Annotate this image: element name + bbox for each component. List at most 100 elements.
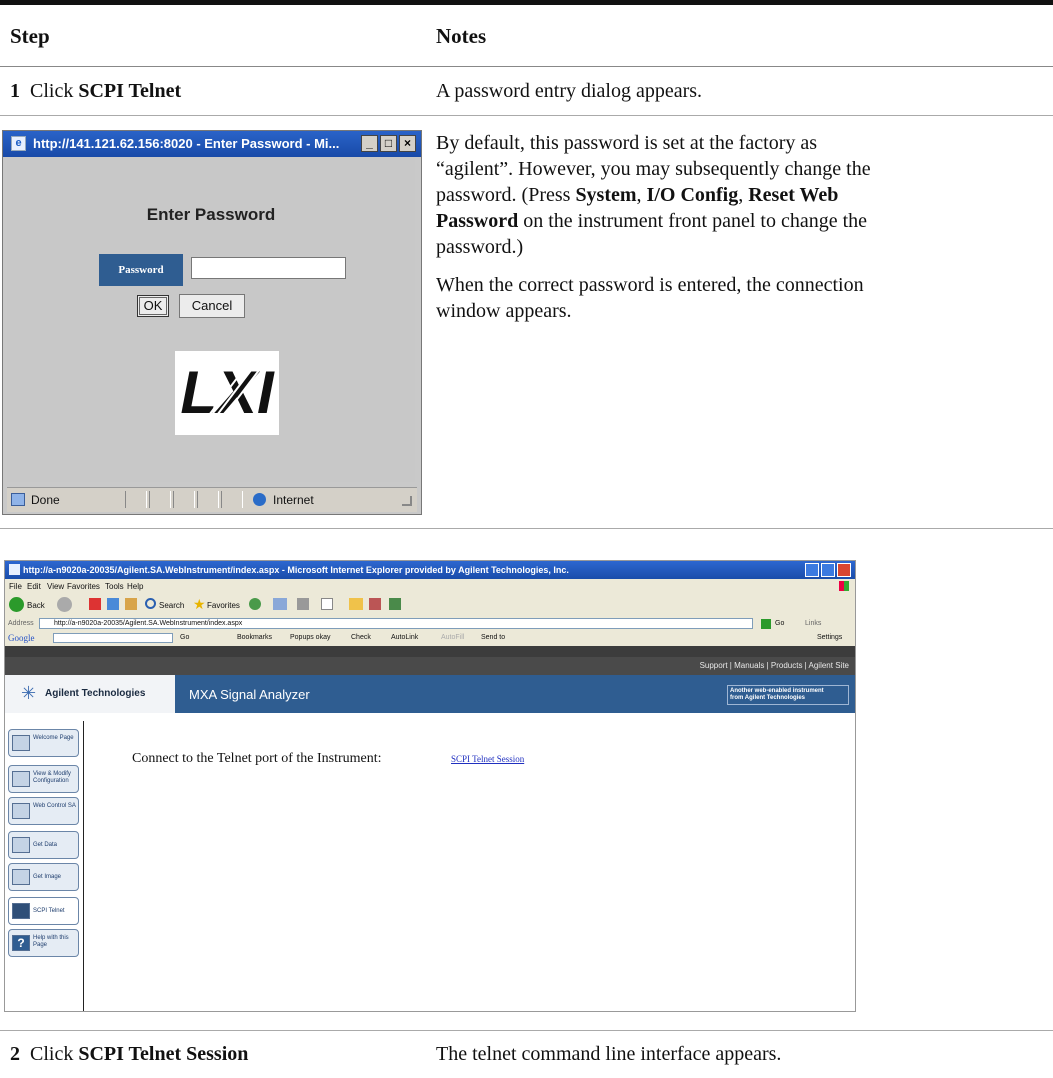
search-label[interactable]: Search xyxy=(159,601,184,610)
status-segment xyxy=(197,491,219,508)
note-line: password.) xyxy=(436,236,524,258)
print-icon[interactable] xyxy=(297,598,309,610)
nav-label: Help with this Page xyxy=(33,935,69,948)
folder-icon[interactable] xyxy=(349,598,363,610)
nav-label: Web Control SA xyxy=(33,803,76,809)
minimize-icon[interactable] xyxy=(805,563,819,577)
row2-step: 2 Click SCPI Telnet Session xyxy=(10,1043,248,1066)
password-dialog: e http://141.121.62.156:8020 - Enter Pas… xyxy=(2,130,422,515)
password-label: Password xyxy=(99,254,183,286)
menu-file[interactable]: File xyxy=(9,582,22,591)
scpi-telnet-session-link[interactable]: SCPI Telnet Session xyxy=(451,754,524,764)
maximize-icon[interactable] xyxy=(821,563,835,577)
nav-label: View & Modify Configuration xyxy=(33,771,71,784)
research-icon[interactable] xyxy=(369,598,381,610)
status-segment xyxy=(173,491,195,508)
dialog-heading: Enter Password xyxy=(146,205,276,224)
banner-note: Another web-enabled instrument from Agil… xyxy=(727,685,849,705)
address-value: http://a-n9020a-20035/Agilent.SA.WebInst… xyxy=(54,620,243,627)
row2-note: The telnet command line interface appear… xyxy=(436,1043,782,1065)
note-sep: , xyxy=(636,184,647,206)
banner-note-line: Another web-enabled instrument xyxy=(730,688,824,694)
go-icon[interactable] xyxy=(761,619,771,629)
history-icon[interactable] xyxy=(249,598,261,610)
address-input[interactable]: http://a-n9020a-20035/Agilent.SA.WebInst… xyxy=(39,618,753,629)
messenger-icon[interactable] xyxy=(389,598,401,610)
key-io-config: I/O Config xyxy=(646,184,739,206)
google-go[interactable]: Go xyxy=(180,634,189,641)
note-sep: , xyxy=(738,184,749,206)
home-icon xyxy=(12,735,30,751)
close-icon[interactable] xyxy=(837,563,851,577)
menu-tools[interactable]: Tools xyxy=(105,582,124,591)
note-line: By default, this password is set at the … xyxy=(436,132,818,154)
browser-toolbar: Back Search ★ Favorites xyxy=(5,593,855,617)
google-settings[interactable]: Settings xyxy=(817,634,842,641)
step-target: SCPI Telnet Session xyxy=(78,1043,249,1065)
nav-label: SCPI Telnet xyxy=(33,908,65,914)
stop-icon[interactable] xyxy=(89,598,101,610)
internet-zone-icon xyxy=(253,493,266,506)
nav-configuration[interactable]: View & Modify Configuration xyxy=(8,765,79,793)
step-number: 2 xyxy=(10,1043,20,1065)
browser-title: http://a-n9020a-20035/Agilent.SA.WebInst… xyxy=(23,565,569,575)
back-icon[interactable] xyxy=(9,597,24,612)
edit-icon[interactable] xyxy=(321,598,333,610)
site-toplinks: Support | Manuals | Products | Agilent S… xyxy=(5,657,855,675)
google-logo: Google xyxy=(8,633,35,643)
nav-get-image[interactable]: Get Image xyxy=(8,863,79,891)
site-banner: ✳ Agilent Technologies MXA Signal Analyz… xyxy=(5,675,855,713)
top-links[interactable]: Support | Manuals | Products | Agilent S… xyxy=(700,661,849,670)
close-icon[interactable]: × xyxy=(399,135,416,152)
google-search-input[interactable] xyxy=(53,633,173,643)
main-text: Connect to the Telnet port of the Instru… xyxy=(132,751,382,766)
search-icon[interactable] xyxy=(145,598,156,609)
mail-icon[interactable] xyxy=(273,598,287,610)
google-popups[interactable]: Popups okay xyxy=(290,634,330,641)
google-autofill[interactable]: AutoFill xyxy=(441,634,464,641)
back-label[interactable]: Back xyxy=(27,601,45,610)
step-number: 1 xyxy=(10,80,20,102)
left-nav: Welcome Page View & Modify Configuration… xyxy=(7,721,84,1011)
password-input[interactable] xyxy=(191,257,346,279)
dialog-title: http://141.121.62.156:8020 - Enter Passw… xyxy=(33,136,340,151)
google-bookmarks[interactable]: Bookmarks xyxy=(237,634,272,641)
browser-titlebar: http://a-n9020a-20035/Agilent.SA.WebInst… xyxy=(5,561,855,579)
links-label[interactable]: Links xyxy=(805,620,821,627)
nav-label: Get Image xyxy=(33,874,62,880)
note-text: password. (Press xyxy=(436,184,576,206)
refresh-icon[interactable] xyxy=(107,598,119,610)
resize-grip-icon[interactable] xyxy=(402,496,412,506)
minimize-icon[interactable]: _ xyxy=(361,135,378,152)
windows-logo-icon xyxy=(839,581,849,591)
home-icon[interactable] xyxy=(125,598,137,610)
google-autolink[interactable]: AutoLink xyxy=(391,634,418,641)
maximize-icon[interactable]: □ xyxy=(380,135,397,152)
site-topstrip xyxy=(5,646,855,657)
config-icon xyxy=(12,771,30,787)
nav-welcome[interactable]: Welcome Page xyxy=(8,729,79,757)
google-toolbar: Google Go Bookmarks Popups okay Check Au… xyxy=(5,631,855,647)
forward-icon[interactable] xyxy=(57,597,72,612)
menu-help[interactable]: Help xyxy=(127,582,143,591)
status-segment xyxy=(125,491,147,508)
menu-favorites[interactable]: Favorites xyxy=(67,582,100,591)
menu-edit[interactable]: Edit xyxy=(27,582,41,591)
nav-web-control[interactable]: Web Control SA xyxy=(8,797,79,825)
lxi-logo-graphic: LXI xyxy=(180,356,275,432)
ok-button[interactable]: OK xyxy=(137,295,169,317)
google-check[interactable]: Check xyxy=(351,634,371,641)
menu-view[interactable]: View xyxy=(47,582,64,591)
favorites-label[interactable]: Favorites xyxy=(207,601,240,610)
nav-help[interactable]: ? Help with this Page xyxy=(8,929,79,957)
address-bar: Address http://a-n9020a-20035/Agilent.SA… xyxy=(5,617,855,631)
banner-note-line: from Agilent Technologies xyxy=(730,695,806,701)
nav-scpi-telnet[interactable]: SCPI Telnet xyxy=(8,897,79,925)
dialog-statusbar: Done Internet xyxy=(7,487,417,512)
lxi-logo: LXI xyxy=(175,351,279,435)
favorites-icon[interactable]: ★ xyxy=(193,596,206,613)
nav-get-data[interactable]: Get Data xyxy=(8,831,79,859)
cancel-button[interactable]: Cancel xyxy=(179,294,245,318)
google-sendto[interactable]: Send to xyxy=(481,634,505,641)
go-label[interactable]: Go xyxy=(775,620,784,627)
